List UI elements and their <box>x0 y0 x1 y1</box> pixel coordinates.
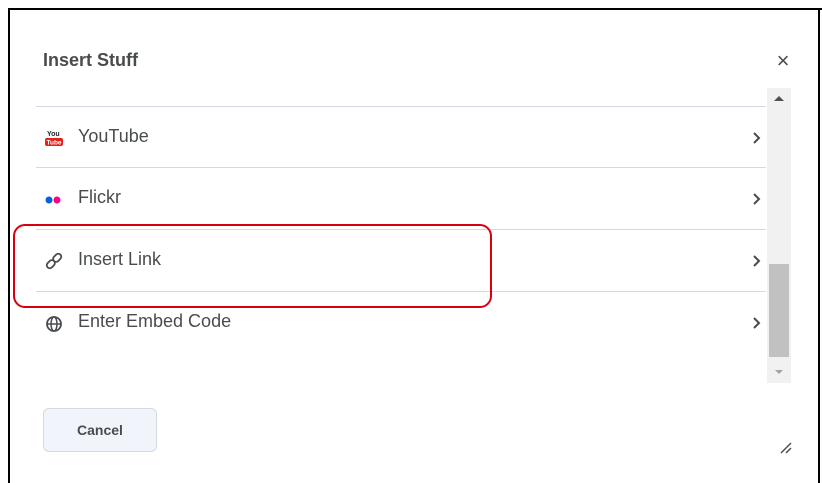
resize-handle-icon[interactable] <box>778 440 792 454</box>
scrollbar-thumb[interactable] <box>769 264 789 357</box>
svg-text:You: You <box>47 131 60 138</box>
dialog-title: Insert Stuff <box>43 50 139 70</box>
list-item-label: Insert Link <box>78 249 162 269</box>
link-icon <box>44 252 64 270</box>
list-item-embed-code[interactable]: Enter Embed Code <box>36 292 766 354</box>
globe-icon <box>44 314 64 332</box>
list-item-label: Flickr <box>78 187 121 207</box>
chevron-right-icon <box>750 314 764 332</box>
frame-border-right <box>818 8 820 483</box>
scrollbar[interactable] <box>767 88 791 383</box>
svg-text:Tube: Tube <box>47 140 62 147</box>
scroll-down-arrow-icon[interactable] <box>767 363 791 383</box>
frame-border-top <box>8 8 822 10</box>
list-item-label: YouTube <box>78 126 149 146</box>
close-icon[interactable]: × <box>772 50 794 72</box>
cancel-button[interactable]: Cancel <box>43 408 157 452</box>
youtube-icon: You Tube <box>44 129 64 147</box>
chevron-right-icon <box>750 252 764 270</box>
frame-border-left <box>8 8 10 483</box>
list-item-label: Enter Embed Code <box>78 311 232 331</box>
chevron-right-icon <box>750 129 764 147</box>
scroll-up-arrow-icon[interactable] <box>767 88 791 108</box>
flickr-icon <box>44 190 64 208</box>
chevron-right-icon <box>750 190 764 208</box>
list-item-flickr[interactable]: Flickr <box>36 168 766 230</box>
insert-stuff-dialog: Insert Stuff × You Tube YouTube Flickr I… <box>0 0 822 483</box>
list-item-youtube[interactable]: You Tube YouTube <box>36 106 766 168</box>
list-item-insert-link[interactable]: Insert Link <box>36 230 766 292</box>
